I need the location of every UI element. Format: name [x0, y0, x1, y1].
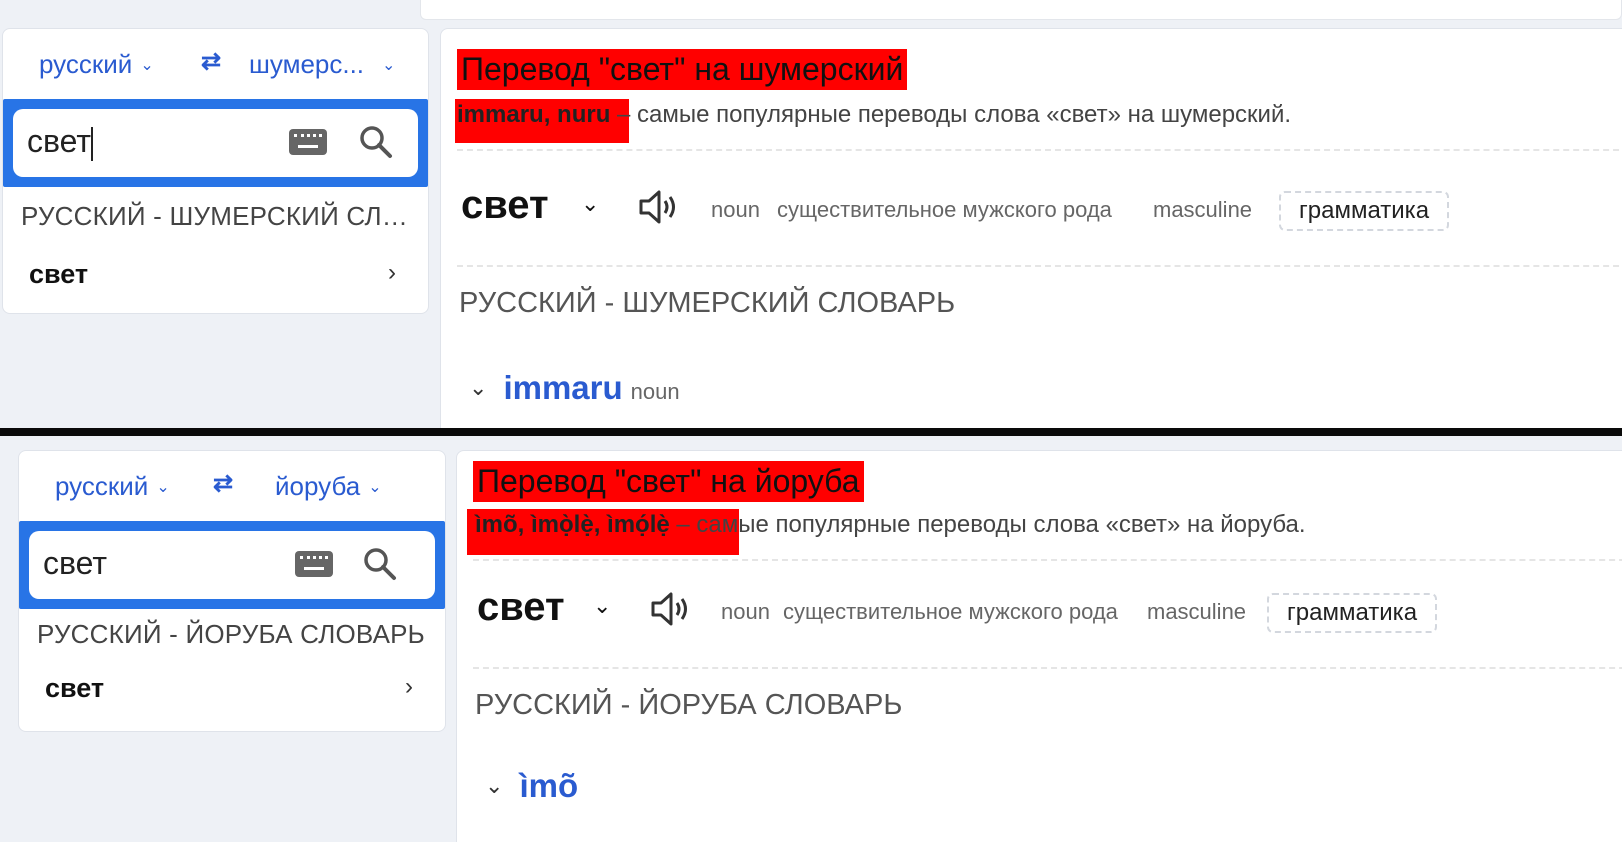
entry-word: свет: [477, 585, 565, 629]
top-translations: immaru, nuru: [457, 101, 611, 128]
divider: [473, 559, 1622, 561]
chevron-right-icon: ›: [405, 673, 413, 700]
screenshot-panel-sumerian: русский ⌄ ⇄ шумерс... ⌄ свет РУССКИЙ - ШУМ…: [0, 0, 1622, 428]
translation-content: Перевод "свет" на йоруба ìmõ, ìmọ̀lẹ̀, ì…: [456, 450, 1622, 842]
source-language-select[interactable]: русский ⌄: [55, 471, 170, 502]
suggestion-item[interactable]: свет ›: [37, 669, 427, 709]
chevron-down-icon[interactable]: ⌄: [469, 375, 487, 401]
summary-text: – самые популярные переводы слова «свет»…: [669, 511, 1306, 538]
source-language-select[interactable]: русский ⌄: [39, 49, 154, 80]
translation-pos: noun: [630, 379, 680, 404]
search-input[interactable]: свет: [27, 123, 297, 163]
chevron-down-icon: ⌄: [368, 479, 382, 496]
language-selector: русский ⌄ ⇄ йоруба ⌄: [19, 451, 445, 519]
dictionary-heading: РУССКИЙ - ЙОРУБА СЛОВАРЬ: [37, 619, 425, 649]
search-icon[interactable]: [359, 125, 393, 159]
entry-word: свет: [461, 183, 549, 227]
section-title: РУССКИЙ - ШУМЕРСКИЙ СЛОВАРЬ: [459, 287, 956, 319]
gender-description-tag: существительное мужского рода: [783, 599, 1118, 624]
suggestion-word: свет: [45, 673, 105, 703]
chevron-down-icon[interactable]: ⌄: [581, 191, 599, 217]
target-language-select[interactable]: йоруба ⌄: [275, 471, 382, 502]
target-language-label: шумерс...: [249, 49, 365, 79]
source-language-label: русский: [55, 471, 149, 501]
search-icon[interactable]: [363, 547, 397, 581]
translation-item[interactable]: ⌄ ìmõ: [485, 767, 586, 805]
translation-word[interactable]: ìmõ: [519, 767, 578, 804]
chevron-down-icon[interactable]: ⌄: [485, 773, 503, 799]
swap-arrows-icon[interactable]: ⇄: [213, 469, 233, 498]
summary-line: ìmõ, ìmọ̀lẹ̀, ìmọ́lẹ̀ – самые популярные…: [475, 511, 1306, 539]
summary-line: immaru, nuru – самые популярные переводы…: [457, 101, 1291, 129]
keyboard-icon[interactable]: [295, 551, 333, 577]
suggestion-word: свет: [29, 259, 89, 289]
screenshot-panel-yoruba: русский ⌄ ⇄ йоруба ⌄ свет РУССКИЙ - ЙОРУБА…: [0, 436, 1622, 842]
page-title: Перевод "свет" на йоруба: [473, 461, 864, 502]
top-bar: [420, 0, 1622, 20]
gender-description-tag: существительное мужского рода: [777, 197, 1112, 222]
translation-content: Перевод "свет" на шумерский immaru, nuru…: [440, 28, 1622, 428]
speaker-icon[interactable]: [649, 589, 693, 629]
page-title: Перевод "свет" на шумерский: [457, 49, 908, 90]
search-input-value: свет: [43, 545, 108, 581]
search-sidebar: русский ⌄ ⇄ йоруба ⌄ свет РУССКИЙ - ЙОРУБА…: [18, 450, 446, 732]
summary-text: – самые популярные переводы слова «свет»…: [610, 101, 1292, 128]
chevron-down-icon: ⌄: [156, 479, 170, 496]
translation-item[interactable]: ⌄ immaru noun: [469, 369, 680, 407]
suggestion-item[interactable]: свет ›: [21, 255, 410, 295]
search-box: свет: [19, 521, 445, 609]
chevron-right-icon: ›: [388, 259, 396, 286]
section-title: РУССКИЙ - ЙОРУБА СЛОВАРЬ: [475, 689, 903, 721]
search-box-inner: свет: [29, 531, 435, 599]
swap-arrows-icon[interactable]: ⇄: [201, 47, 221, 76]
divider: [457, 265, 1622, 267]
pos-tag: noun: [711, 197, 760, 222]
chevron-down-icon: ⌄: [140, 57, 154, 74]
target-language-select[interactable]: шумерс... ⌄: [249, 49, 395, 80]
keyboard-icon[interactable]: [289, 129, 327, 155]
search-input[interactable]: свет: [43, 545, 313, 585]
panel-divider: [0, 428, 1622, 436]
language-selector: русский ⌄ ⇄ шумерс... ⌄: [3, 29, 428, 97]
grammar-button[interactable]: грамматика: [1267, 593, 1438, 633]
entry-header: свет ⌄ noun существительное мужского род…: [457, 183, 1607, 243]
pos-tag: noun: [721, 599, 770, 624]
top-translations: ìmõ, ìmọ̀lẹ̀, ìmọ́lẹ̀: [475, 511, 670, 538]
text-caret: [91, 126, 94, 161]
gender-tag: masculine: [1153, 197, 1253, 222]
gender-tag: masculine: [1147, 599, 1247, 624]
speaker-icon[interactable]: [637, 187, 681, 227]
divider: [457, 149, 1622, 151]
search-input-value: свет: [27, 123, 92, 159]
search-box: свет: [3, 99, 428, 187]
divider: [473, 667, 1622, 669]
search-sidebar: русский ⌄ ⇄ шумерс... ⌄ свет РУССКИЙ - ШУМ…: [2, 28, 429, 314]
chevron-down-icon[interactable]: ⌄: [593, 593, 611, 619]
chevron-down-icon: ⌄: [382, 57, 396, 74]
target-language-label: йоруба: [275, 471, 361, 501]
grammar-button[interactable]: грамматика: [1279, 191, 1450, 231]
translation-word[interactable]: immaru: [503, 369, 622, 406]
source-language-label: русский: [39, 49, 133, 79]
search-box-inner: свет: [13, 109, 418, 177]
entry-header: свет ⌄ noun существительное мужского род…: [473, 585, 1622, 645]
dictionary-heading: РУССКИЙ - ШУМЕРСКИЙ СЛО...: [21, 201, 411, 231]
